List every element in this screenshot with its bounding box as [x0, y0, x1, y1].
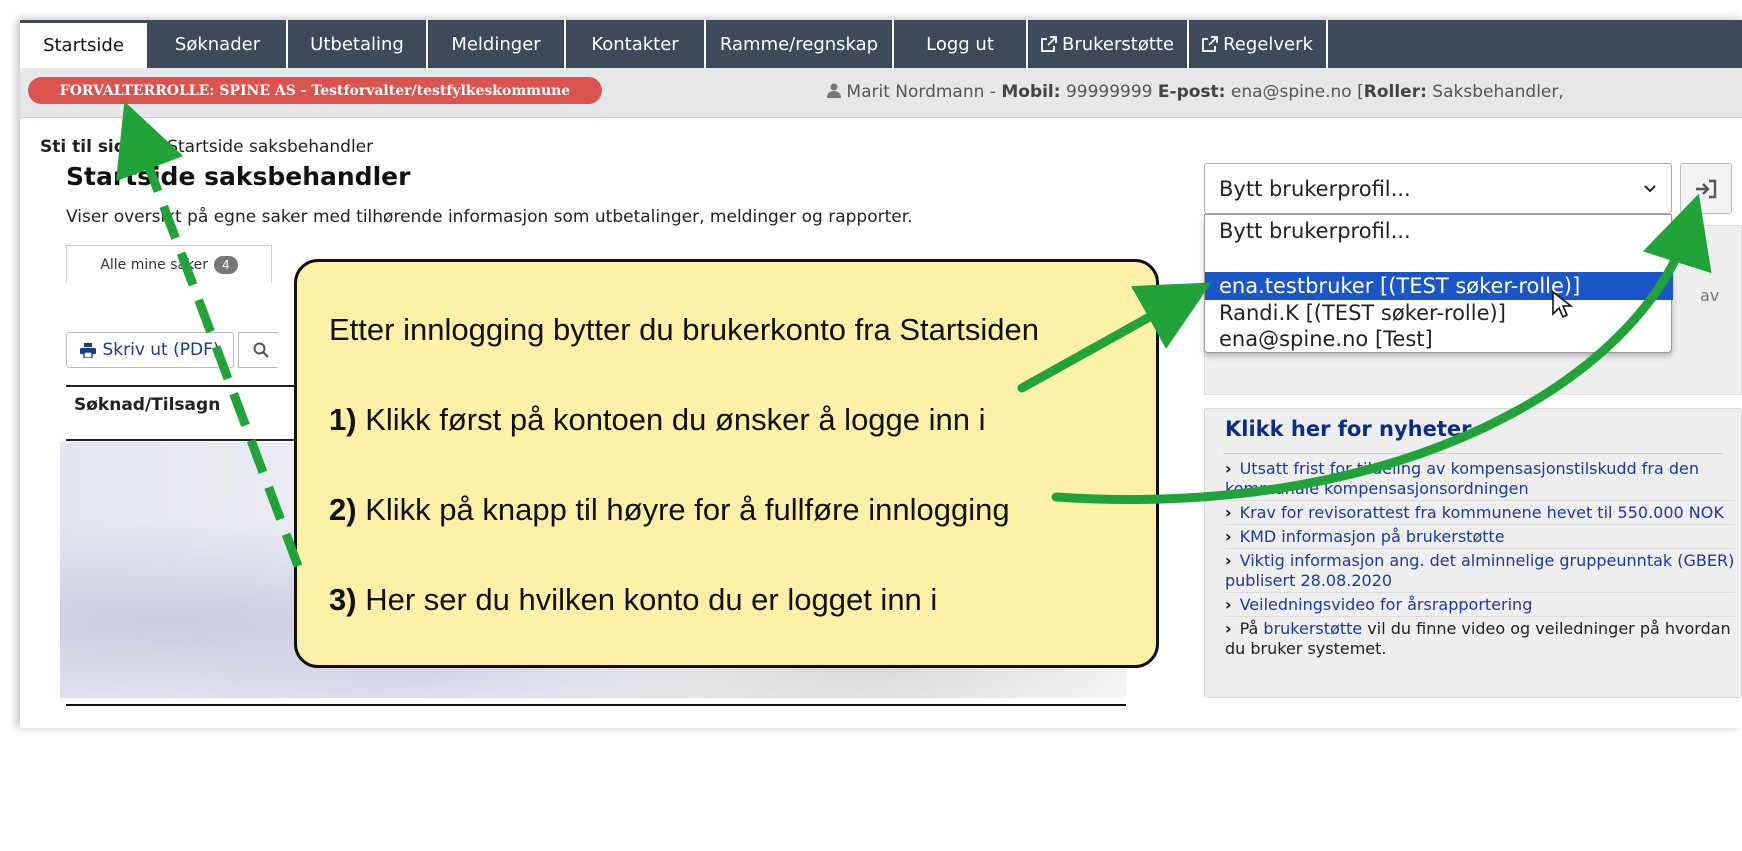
print-pdf-button[interactable]: Skriv ut (PDF)	[66, 332, 234, 368]
step-number: 3)	[329, 582, 357, 617]
profile-select[interactable]: Bytt brukerprofil...	[1204, 163, 1672, 214]
news-item-text: KMD informasjon på brukerstøtte	[1239, 527, 1505, 546]
news-list: › Utsatt frist for tildeling av kompensas…	[1225, 459, 1735, 662]
tab-ramme-regnskap[interactable]: Ramme/regnskap	[706, 20, 894, 68]
chevron-right-icon: ›	[1225, 527, 1232, 546]
panel-text-fragment: av	[1700, 286, 1720, 305]
breadcrumb: Sti til side / Startside saksbehandler	[40, 137, 373, 157]
news-divider	[1223, 453, 1723, 454]
tab-all-label: Alle mine saker	[100, 256, 209, 273]
news-item[interactable]: › Veiledningsvideo for årsrapportering	[1225, 595, 1735, 617]
tab-startside[interactable]: Startside	[20, 20, 147, 68]
news-footer-prefix: På	[1239, 619, 1264, 638]
dropdown-option[interactable]	[1205, 245, 1673, 273]
search-button[interactable]	[238, 332, 278, 368]
external-link-icon	[1202, 36, 1218, 52]
tab-label: Startside	[43, 35, 124, 56]
tab-label: Regelverk	[1223, 33, 1313, 55]
dropdown-option[interactable]: Bytt brukerprofil...	[1205, 217, 1673, 245]
breadcrumb-separator: /	[149, 137, 156, 157]
print-icon	[80, 342, 97, 358]
news-item[interactable]: › Utsatt frist for tildeling av kompensas…	[1225, 459, 1735, 501]
tab-label: Brukerstøtte	[1061, 33, 1175, 55]
page-subtitle: Viser oversikt på egne saker med tilhøre…	[66, 207, 913, 227]
news-item[interactable]: › Viktig informasjon ang. det alminnelige…	[1225, 551, 1735, 593]
step-text: Klikk først på kontoen du ønsker å logge…	[356, 402, 986, 437]
tab-brukerstotte[interactable]: Brukerstøtte	[1028, 20, 1189, 68]
tab-label: Kontakter	[591, 33, 679, 55]
chevron-right-icon: ›	[1225, 595, 1232, 614]
chevron-right-icon: ›	[1225, 551, 1232, 570]
callout-step-3: 3) Her ser du hvilken konto du er logget…	[329, 582, 937, 618]
instruction-callout: Etter innlogging bytter du brukerkonto f…	[294, 259, 1159, 668]
breadcrumb-root[interactable]: Sti til side	[40, 137, 137, 157]
top-navigation: Startside Søknader Utbetaling Meldinger …	[20, 20, 1742, 68]
dropdown-option[interactable]: Randi.K [(TEST søker-rolle)]	[1205, 299, 1673, 327]
callout-heading: Etter innlogging bytter du brukerkonto f…	[329, 312, 1039, 347]
role-badge: FORVALTERROLLE: SPINE AS - Testforvalter…	[28, 77, 602, 104]
news-item[interactable]: › Krav for revisorattest fra kommunene he…	[1225, 503, 1735, 525]
tab-all-cases[interactable]: Alle mine saker 4	[66, 245, 272, 283]
news-item-text: Krav for revisorattest fra kommunene hev…	[1239, 503, 1724, 522]
email-value: ena@spine.no [	[1225, 82, 1364, 102]
roles-label: Roller:	[1363, 82, 1427, 102]
dropdown-option[interactable]: ena@spine.no [Test]	[1205, 325, 1673, 353]
user-info: Marit Nordmann - Mobil: 99999999 E-post:…	[827, 82, 1564, 102]
tab-label: Logg ut	[926, 33, 994, 55]
tab-meldinger[interactable]: Meldinger	[428, 20, 566, 68]
chevron-right-icon: ›	[1225, 619, 1232, 638]
step-text: Her ser du hvilken konto du er logget in…	[356, 582, 938, 617]
news-item-text: Viktig informasjon ang. det alminnelige …	[1225, 551, 1735, 590]
news-title[interactable]: Klikk her for nyheter	[1225, 417, 1471, 441]
email-label: E-post:	[1157, 82, 1226, 102]
profile-select-value: Bytt brukerprofil...	[1219, 176, 1411, 201]
news-item[interactable]: › KMD informasjon på brukerstøtte	[1225, 527, 1735, 549]
tab-label: Ramme/regnskap	[719, 33, 879, 55]
step-text: Klikk på knapp til høyre for å fullføre …	[356, 492, 1010, 527]
brukerstotte-link[interactable]: brukerstøtte	[1263, 619, 1362, 638]
tab-label: Søknader	[174, 33, 261, 55]
tab-label: Utbetaling	[310, 33, 404, 55]
tab-soknader[interactable]: Søknader	[149, 20, 288, 68]
search-icon	[253, 342, 269, 358]
dropdown-option[interactable]: ena.testbruker [(TEST søker-rolle)]	[1205, 272, 1673, 300]
tab-label: Meldinger	[451, 33, 541, 55]
chevron-right-icon: ›	[1225, 459, 1232, 478]
step-number: 2)	[329, 492, 357, 527]
profile-dropdown: Bytt brukerprofil... ena.testbruker [(TE…	[1204, 214, 1673, 353]
news-panel: Klikk her for nyheter › Utsatt frist for …	[1204, 408, 1742, 698]
callout-step-2: 2) Klikk på knapp til høyre for å fullfø…	[329, 492, 1010, 528]
tab-regelverk[interactable]: Regelverk	[1189, 20, 1328, 68]
user-icon	[827, 83, 841, 98]
print-label: Skriv ut (PDF)	[102, 340, 220, 360]
count-badge: 4	[214, 255, 238, 274]
sign-in-icon	[1696, 179, 1717, 198]
mobile-label: Mobil:	[1001, 82, 1061, 102]
tab-logg-ut[interactable]: Logg ut	[894, 20, 1028, 68]
user-name: Marit Nordmann -	[846, 82, 1002, 102]
callout-step-1: 1) Klikk først på kontoen du ønsker å lo…	[329, 402, 986, 438]
news-item-text: Utsatt frist for tildeling av kompensasj…	[1225, 459, 1700, 498]
step-number: 1)	[329, 402, 357, 437]
roles-value: Saksbehandler,	[1426, 82, 1564, 102]
role-bar: FORVALTERROLLE: SPINE AS - Testforvalter…	[20, 68, 1742, 118]
tab-utbetaling[interactable]: Utbetaling	[288, 20, 428, 68]
external-link-icon	[1041, 36, 1057, 52]
news-item-text: Veiledningsvideo for årsrapportering	[1239, 595, 1533, 614]
chevron-right-icon: ›	[1225, 503, 1232, 522]
breadcrumb-current: Startside saksbehandler	[167, 137, 374, 157]
chevron-down-icon	[1644, 185, 1656, 193]
news-footer: › På brukerstøtte vil du finne video og v…	[1225, 619, 1735, 660]
table-bottom-border	[66, 704, 1126, 706]
app-window: Startside Søknader Utbetaling Meldinger …	[20, 20, 1742, 728]
page-title: Startside saksbehandler	[66, 162, 411, 191]
column-header-soknad: Søknad/Tilsagn	[74, 395, 221, 415]
mouse-cursor-icon	[1552, 290, 1573, 319]
tab-kontakter[interactable]: Kontakter	[566, 20, 706, 68]
mobile-value: 99999999	[1060, 82, 1158, 102]
login-submit-button[interactable]	[1680, 163, 1732, 214]
